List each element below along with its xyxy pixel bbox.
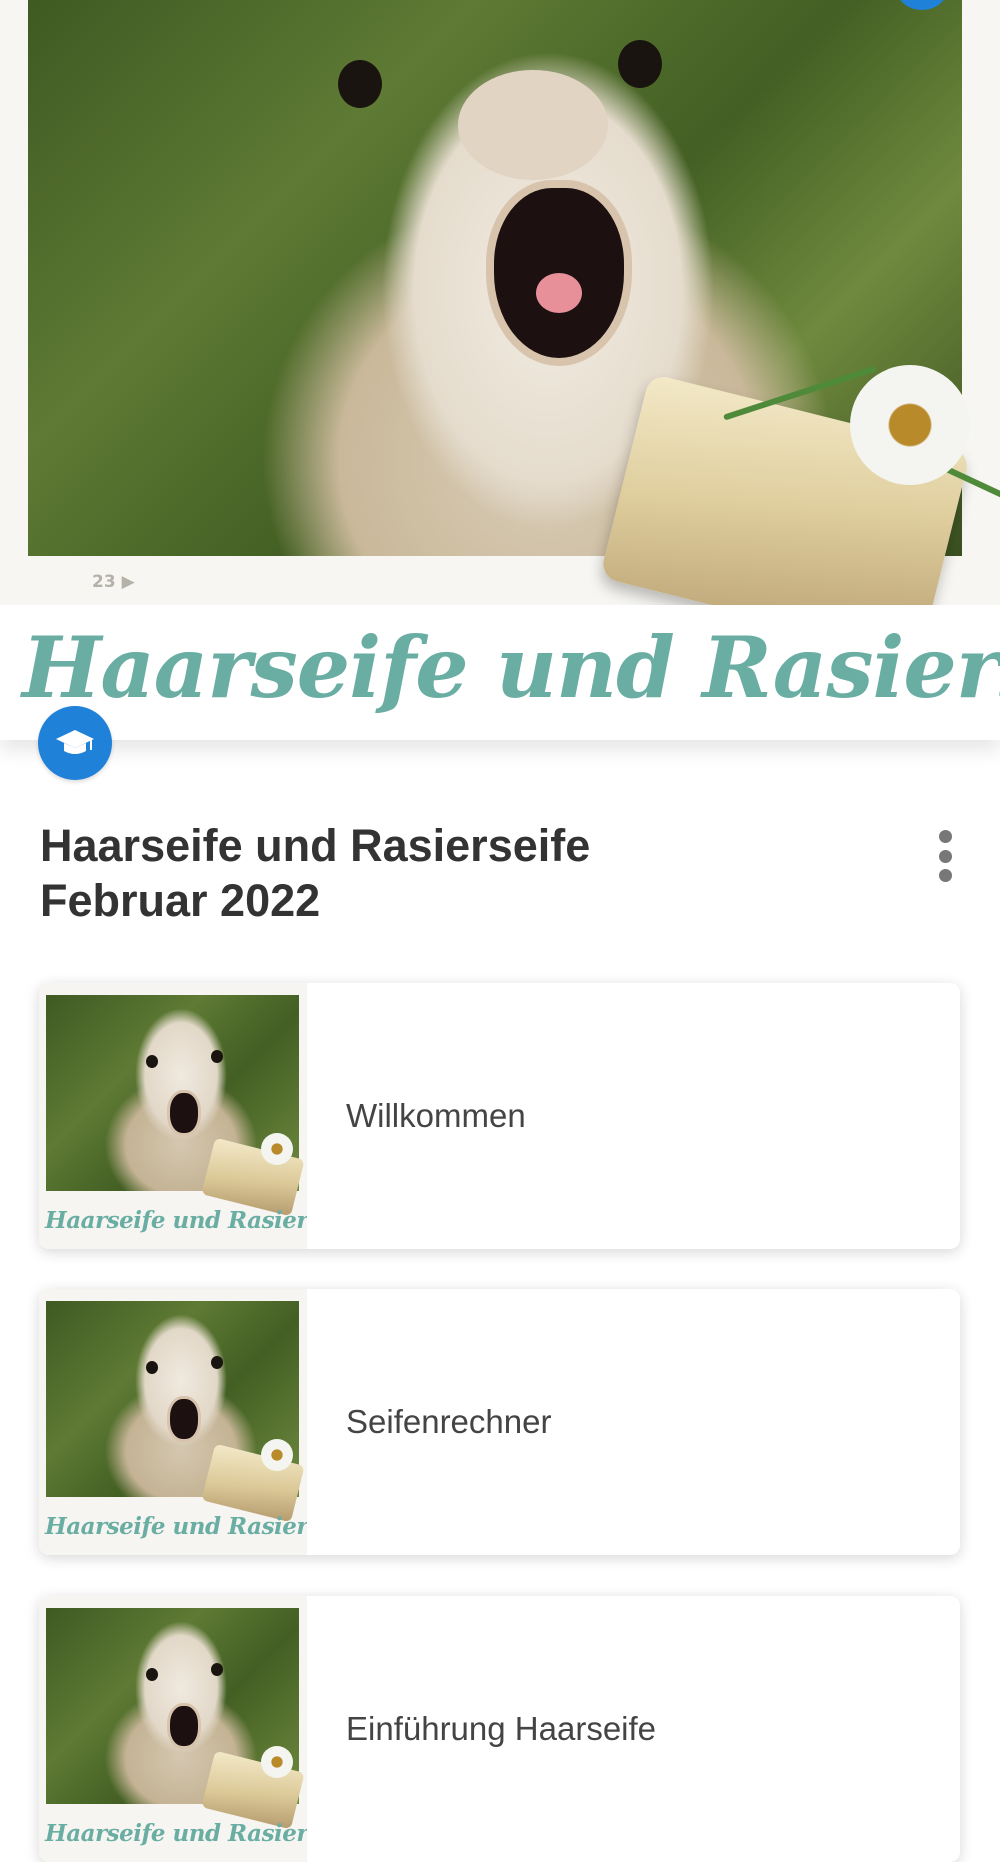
alpaca-mouth xyxy=(167,1090,201,1136)
lesson-label: Einführung Haarseife xyxy=(346,1710,657,1747)
hero-title: Haarseife und Rasierseife xyxy=(22,618,1000,717)
menu-dot xyxy=(938,830,952,843)
daisy-flower-image xyxy=(261,1439,293,1471)
lesson-thumbnail: Haarseife und Rasierseife xyxy=(39,983,307,1249)
alpaca-mouth xyxy=(167,1396,201,1442)
course-hero-banner: 23 ▶ Haarseife und Rasierseife xyxy=(0,0,1000,740)
graduation-cap-icon-svg xyxy=(56,730,94,754)
course-date-line: Februar 2022 xyxy=(40,875,321,926)
lesson-label: Seifenrechner xyxy=(346,1403,552,1440)
alpaca-eye xyxy=(211,1356,223,1369)
lesson-card[interactable]: Haarseife und Rasierseife Seifenrechner xyxy=(39,1289,960,1555)
alpaca-eye xyxy=(146,1668,158,1681)
alpaca-eye xyxy=(211,1663,223,1676)
lesson-thumbnail: Haarseife und Rasierseife xyxy=(39,1596,307,1862)
lesson-card[interactable]: Haarseife und Rasierseife Willkommen xyxy=(39,983,960,1249)
lesson-thumbnail: Haarseife und Rasierseife xyxy=(39,1289,307,1555)
graduation-cap-icon xyxy=(38,706,112,780)
course-title-line: Haarseife und Rasierseife xyxy=(40,820,591,871)
alpaca-mouth xyxy=(167,1703,201,1749)
daisy-flower-image xyxy=(850,365,970,485)
lesson-card[interactable]: Haarseife und Rasierseife Einführung Haa… xyxy=(39,1596,960,1862)
alpaca-eye xyxy=(211,1050,223,1063)
menu-dot xyxy=(938,869,952,882)
course-title: Haarseife und Rasierseife Februar 2022 xyxy=(40,818,800,928)
thumbnail-title: Haarseife und Rasierseife xyxy=(45,1820,307,1847)
thumbnail-title: Haarseife und Rasierseife xyxy=(45,1513,307,1540)
more-vertical-icon[interactable] xyxy=(930,830,960,882)
alpaca-tongue xyxy=(536,273,582,313)
daisy-flower-image xyxy=(261,1133,293,1165)
daisy-flower-image xyxy=(261,1746,293,1778)
alpaca-eye xyxy=(146,1361,158,1374)
alpaca-eye xyxy=(146,1055,158,1068)
thumbnail-title: Haarseife und Rasierseife xyxy=(45,1207,307,1234)
lesson-label: Willkommen xyxy=(346,1097,526,1134)
alpaca-snout xyxy=(458,70,608,180)
alpaca-eye xyxy=(618,40,662,88)
menu-dot xyxy=(938,849,952,863)
photo-caption: 23 ▶ xyxy=(92,572,135,592)
alpaca-mouth xyxy=(486,180,632,366)
alpaca-eye xyxy=(338,60,382,108)
